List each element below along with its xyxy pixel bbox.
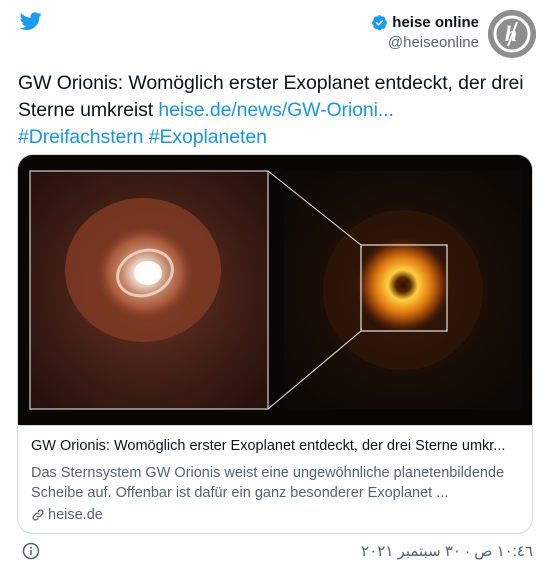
avatar[interactable]: h [488, 10, 536, 58]
card-image[interactable] [18, 155, 532, 425]
twitter-bird-icon[interactable] [18, 10, 44, 32]
hashtag-exoplaneten[interactable]: #Exoplaneten [149, 126, 267, 148]
card-title[interactable]: GW Orionis: Womöglich erster Exoplanet e… [31, 438, 521, 454]
author-handle[interactable]: @heiseonline [371, 34, 479, 51]
heise-logo-icon: h [488, 10, 536, 58]
tweet-link[interactable]: heise.de/news/GW-Orioni... [158, 99, 394, 121]
info-icon[interactable] [22, 542, 40, 560]
link-icon [32, 509, 44, 521]
timestamp[interactable]: ١٠:٤٦ ص · ٣٠ سبتمبر ٢٠٢١ [361, 542, 533, 560]
author-name[interactable]: heise online [392, 14, 479, 31]
verified-badge-icon [372, 15, 388, 31]
hashtag-dreifachstern[interactable]: #Dreifachstern [18, 126, 144, 148]
link-card[interactable]: GW Orionis: Womöglich erster Exoplanet e… [17, 154, 533, 534]
author-block[interactable]: heise online @heiseonline [371, 14, 479, 51]
card-description: Das Sternsystem GW Orionis weist eine un… [31, 465, 505, 501]
card-domain[interactable]: heise.de [31, 507, 103, 523]
tweet-text: GW Orionis: Womöglich erster Exoplanet e… [18, 70, 533, 151]
card-domain-label: heise.de [48, 507, 103, 523]
card-body[interactable]: GW Orionis: Womöglich erster Exoplanet e… [18, 425, 532, 533]
